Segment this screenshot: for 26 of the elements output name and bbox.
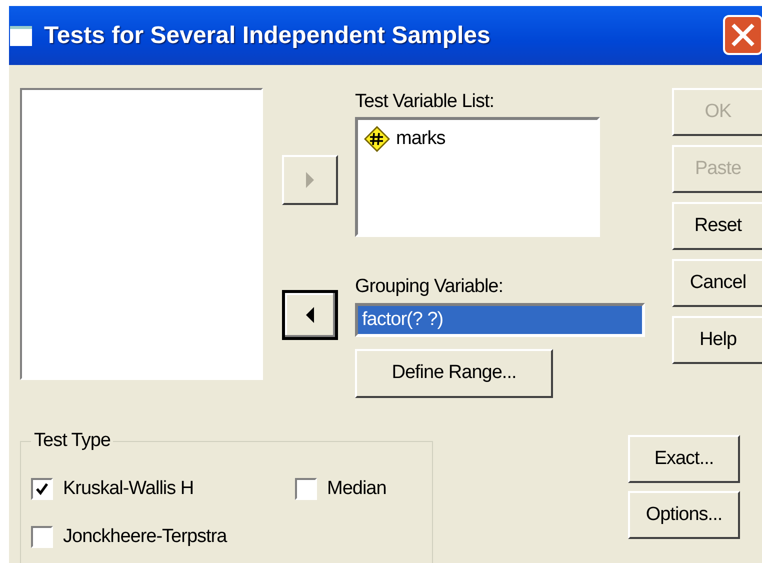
group-title: Test Type xyxy=(33,430,112,452)
checkbox[interactable] xyxy=(31,478,53,500)
dialog-button[interactable]: Cancel xyxy=(672,259,762,307)
dialog-button[interactable]: Help xyxy=(672,316,762,364)
list-item[interactable]: marks xyxy=(396,128,446,150)
window-title: Tests for Several Independent Samples xyxy=(44,22,490,50)
checkbox[interactable] xyxy=(31,526,53,548)
grouping-variable-field[interactable]: factor(? ?) xyxy=(355,302,645,337)
test-variable-list[interactable]: marks xyxy=(355,117,600,238)
scale-variable-icon xyxy=(364,126,390,152)
close-icon[interactable] xyxy=(723,15,762,55)
define-range-button[interactable]: Define Range... xyxy=(355,348,553,398)
checkbox-label: Median xyxy=(327,478,386,500)
field-label: Grouping Variable: xyxy=(355,275,504,300)
checkbox-label: Kruskal-Wallis H xyxy=(63,478,194,500)
arrow-right-icon xyxy=(306,172,314,188)
checkbox-label: Jonckheere-Terpstra xyxy=(63,526,227,548)
field-label: Test Variable List: xyxy=(355,90,494,114)
window-icon xyxy=(10,26,32,46)
dialog-button[interactable]: Exact... xyxy=(628,435,740,483)
checkbox[interactable] xyxy=(295,478,317,500)
arrow-left-icon xyxy=(306,307,314,323)
move-button[interactable] xyxy=(282,290,338,340)
dialog-button[interactable]: Options... xyxy=(628,491,740,539)
dialog-button[interactable]: Reset xyxy=(672,202,762,250)
check-icon xyxy=(35,482,49,496)
